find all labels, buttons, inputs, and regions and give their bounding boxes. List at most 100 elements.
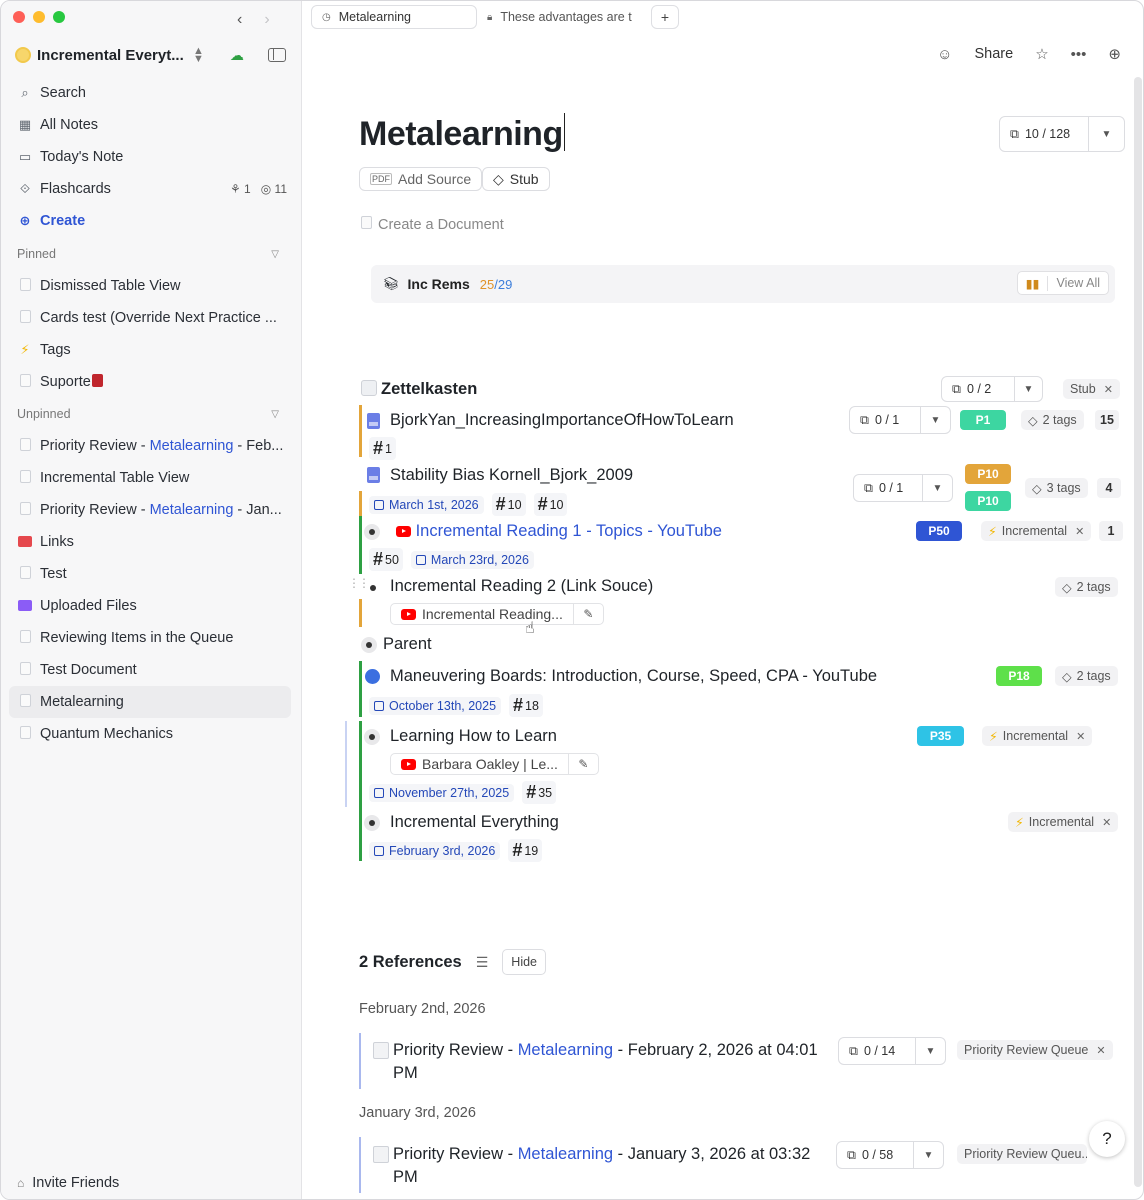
- r1-card-counter[interactable]: ⧉ 0 / 1 ▼: [849, 406, 951, 434]
- priority-badge[interactable]: P50: [916, 521, 962, 541]
- close-icon[interactable]: ✕: [1075, 525, 1084, 538]
- card-count[interactable]: ⧉ 0 / 1: [850, 407, 920, 433]
- sidebar-item-test[interactable]: Test: [9, 558, 291, 590]
- date-chip[interactable]: March 23rd, 2026: [410, 550, 534, 569]
- maximize-window-button[interactable]: [53, 11, 65, 23]
- stub-tag-chip[interactable]: ◇ Stub: [482, 167, 550, 191]
- chevron-down-icon[interactable]: ▼: [915, 1038, 945, 1064]
- priority-review-queue-tag[interactable]: Priority Review Queu...: [957, 1144, 1087, 1164]
- hash-tag[interactable]: #1: [369, 437, 396, 460]
- card-count[interactable]: ⧉ 0 / 58: [837, 1142, 913, 1168]
- sort-icon[interactable]: ☰: [476, 954, 489, 971]
- sidebar-item-tags[interactable]: ⚡ Tags: [9, 334, 291, 366]
- workspace-switcher[interactable]: Incremental Everyt... ▲ ▼ ☁: [15, 43, 291, 67]
- add-source-button[interactable]: PDF Add Source: [359, 167, 483, 191]
- sidebar-item-links[interactable]: Links: [9, 526, 291, 558]
- toggle-sidebar-icon[interactable]: [267, 48, 286, 62]
- zettelkasten-header[interactable]: Zettelkasten: [361, 380, 477, 399]
- chevron-down-icon[interactable]: ▼: [1088, 117, 1124, 151]
- r4-link-chip[interactable]: Incremental Reading... ✎: [390, 603, 604, 625]
- bullet-icon[interactable]: [364, 524, 380, 540]
- rem-maneuvering-boards[interactable]: Maneuvering Boards: Introduction, Course…: [390, 667, 877, 686]
- chevron-down-icon[interactable]: ▼: [1014, 377, 1042, 401]
- close-icon[interactable]: ✕: [1076, 730, 1085, 743]
- date-chip[interactable]: November 27th, 2025: [369, 783, 515, 802]
- sidebar-item-all-notes[interactable]: ▦ All Notes: [9, 109, 291, 141]
- rem-learning-how-to-learn[interactable]: Learning How to Learn: [390, 727, 557, 746]
- sidebar-item-reviewing-items[interactable]: Reviewing Items in the Queue: [9, 622, 291, 654]
- date-chip[interactable]: February 3rd, 2026: [369, 841, 501, 860]
- date-chip[interactable]: March 1st, 2026: [369, 495, 484, 514]
- sidebar-item-suporte[interactable]: Suporte: [9, 366, 291, 398]
- hash-tag[interactable]: #10: [533, 493, 568, 516]
- priority-badge-b[interactable]: P10: [965, 491, 1011, 511]
- rem-incremental-reading-2[interactable]: Incremental Reading 2 (Link Souce): [390, 577, 653, 596]
- sidebar-item-priority-review-feb[interactable]: Priority Review - Metalearning - Feb...: [9, 430, 291, 462]
- tab-metalearning[interactable]: ◷ Metalearning: [311, 5, 477, 29]
- chart-icon[interactable]: ▮▮: [1018, 275, 1049, 291]
- sidebar-item-cards-test[interactable]: Cards test (Override Next Practice ...: [9, 302, 291, 334]
- invite-friends-button[interactable]: ⌂ Invite Friends: [17, 1175, 119, 1191]
- page-card-counter[interactable]: ⧉ 10 / 128 ▼: [999, 116, 1125, 152]
- incremental-tag[interactable]: ⚡ Incremental ✕: [1008, 812, 1119, 832]
- r7-link-chip[interactable]: Barbara Oakley | Le... ✎: [390, 753, 599, 775]
- sidebar-item-test-document[interactable]: Test Document: [9, 654, 291, 686]
- hash-tag[interactable]: #50: [369, 548, 403, 571]
- bullet-icon[interactable]: [364, 729, 380, 745]
- close-window-button[interactable]: [13, 11, 25, 23]
- sidebar-item-uploaded-files[interactable]: Uploaded Files: [9, 590, 291, 622]
- card-count[interactable]: ⧉ 10 / 128: [1000, 117, 1088, 151]
- sidebar-item-incremental-table-view[interactable]: Incremental Table View: [9, 462, 291, 494]
- priority-badge[interactable]: P1: [960, 410, 1006, 430]
- tags-chip[interactable]: ◇ 2 tags: [1055, 577, 1118, 597]
- tags-chip[interactable]: ◇ 2 tags: [1055, 666, 1118, 686]
- date-chip[interactable]: October 13th, 2025: [369, 696, 502, 715]
- close-icon[interactable]: ✕: [1102, 816, 1111, 829]
- sidebar-item-create[interactable]: ⊕ Create: [9, 205, 291, 237]
- sidebar-item-dismissed-table-view[interactable]: Dismissed Table View: [9, 270, 291, 302]
- hash-tag[interactable]: #18: [509, 694, 543, 717]
- r2-card-counter[interactable]: ⧉ 0 / 1 ▼: [853, 474, 953, 502]
- zettel-card-counter[interactable]: ⧉ 0 / 2 ▼: [941, 376, 1043, 402]
- priority-badge[interactable]: P35: [917, 726, 964, 746]
- chevron-down-icon[interactable]: ▼: [922, 475, 952, 501]
- incremental-tag[interactable]: ⚡ Incremental ✕: [981, 521, 1092, 541]
- edit-icon[interactable]: ✎: [567, 754, 598, 774]
- edit-icon[interactable]: ✎: [572, 604, 603, 624]
- hide-references-button[interactable]: Hide: [502, 949, 547, 975]
- minimize-window-button[interactable]: [33, 11, 45, 23]
- new-tab-button[interactable]: +: [651, 5, 679, 29]
- close-icon[interactable]: ✕: [1104, 383, 1113, 396]
- card-count[interactable]: ⧉ 0 / 1: [854, 475, 922, 501]
- ref2-card-counter[interactable]: ⧉ 0 / 58 ▼: [836, 1141, 944, 1169]
- view-all-button[interactable]: View All: [1048, 276, 1108, 290]
- rem-bjorkyan[interactable]: BjorkYan_IncreasingImportanceOfHowToLear…: [390, 411, 734, 430]
- bullet-icon[interactable]: [364, 815, 380, 831]
- unpinned-header[interactable]: Unpinned ▽: [9, 398, 291, 430]
- page-title[interactable]: Metalearning: [359, 113, 566, 154]
- bullet-icon[interactable]: [361, 637, 377, 653]
- chevron-updown-icon[interactable]: ▲ ▼: [193, 46, 204, 65]
- sidebar-item-todays-note[interactable]: ▭ Today's Note: [9, 141, 291, 173]
- rem-stability-bias[interactable]: Stability Bias Kornell_Bjork_2009: [390, 466, 633, 485]
- stub-tag[interactable]: Stub ✕: [1063, 379, 1120, 399]
- priority-badge-a[interactable]: P10: [965, 464, 1011, 484]
- help-button[interactable]: ?: [1089, 1121, 1125, 1157]
- sidebar-item-quantum-mechanics[interactable]: Quantum Mechanics: [9, 718, 291, 750]
- sync-cloud-icon[interactable]: ☁: [230, 47, 244, 64]
- pinned-header[interactable]: Pinned ▽: [9, 238, 291, 270]
- incremental-tag[interactable]: ⚡ Incremental ✕: [982, 726, 1093, 746]
- rem-incremental-reading-1[interactable]: Incremental Reading 1 - Topics - YouTube: [396, 522, 722, 541]
- rem-incremental-everything[interactable]: Incremental Everything: [390, 813, 559, 832]
- sidebar-item-flashcards[interactable]: ⟐ Flashcards ⚘ 1 ◎ 11: [9, 173, 291, 205]
- reference-item-feb[interactable]: Priority Review - Metalearning - Februar…: [393, 1039, 833, 1085]
- chevron-down-icon[interactable]: ▽: [271, 249, 279, 260]
- back-arrow-icon[interactable]: ‹: [237, 11, 242, 29]
- bullet-icon[interactable]: [370, 585, 376, 591]
- sidebar-item-priority-review-jan[interactable]: Priority Review - Metalearning - Jan...: [9, 494, 291, 526]
- priority-review-queue-tag[interactable]: Priority Review Queue ✕: [957, 1040, 1113, 1060]
- rem-parent[interactable]: Parent: [383, 635, 432, 654]
- tags-chip[interactable]: ◇ 3 tags: [1025, 478, 1088, 498]
- tab-advantages[interactable]: 🔒︎ These advantages are t: [477, 5, 637, 29]
- link-main[interactable]: Barbara Oakley | Le...: [391, 756, 568, 772]
